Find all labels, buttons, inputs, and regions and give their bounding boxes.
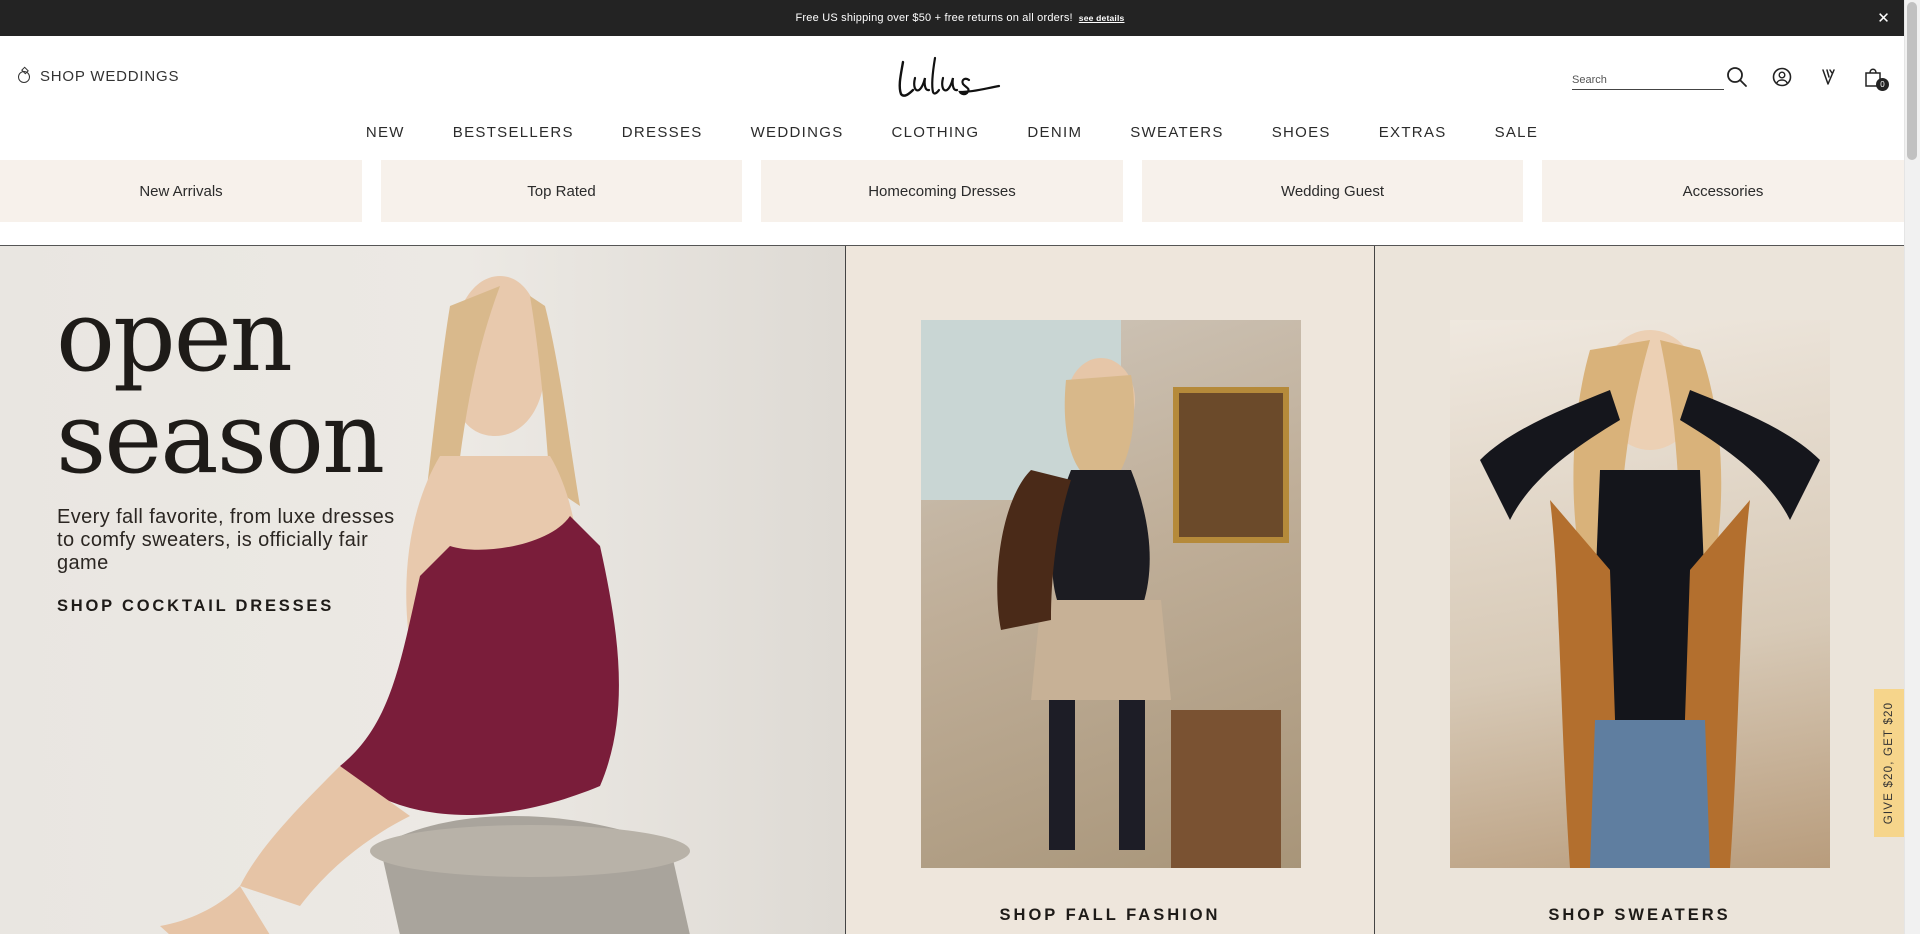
hero-subtext: Every fall favorite, from luxe dresses t… [57,506,395,574]
headline-line-2: season [56,382,385,496]
hero-panel-sweaters[interactable]: SHOP SWEATERS [1374,246,1904,934]
cart-button[interactable]: 0 [1862,66,1889,91]
nav-extras[interactable]: EXTRAS [1379,124,1447,141]
promo-text: Free US shipping over $50 + free returns… [795,12,1073,24]
category-tiles: New Arrivals Top Rated Homecoming Dresse… [0,160,1904,222]
scrollbar-thumb[interactable] [1907,2,1917,160]
referral-tab[interactable]: GIVE $20, GET $20 [1874,689,1904,837]
nav-new[interactable]: NEW [366,124,405,141]
close-promo-button[interactable]: ✕ [1877,9,1890,27]
hero-headline: open season [56,280,385,496]
lulus-logo[interactable] [895,50,1005,105]
see-details-link[interactable]: see details [1079,13,1125,23]
nav-denim[interactable]: DENIM [1027,124,1082,141]
promo-bar: Free US shipping over $50 + free returns… [0,0,1920,36]
sweaters-photo [1450,320,1830,868]
tile-homecoming-dresses[interactable]: Homecoming Dresses [761,160,1123,222]
headline-line-1: open [56,280,293,394]
model-plaid-dress-image [921,320,1289,868]
tile-wedding-guest[interactable]: Wedding Guest [1142,160,1523,222]
account-icon[interactable] [1771,66,1793,88]
hero-panel-fall-fashion[interactable]: SHOP FALL FASHION [845,246,1374,934]
ring-icon [18,70,30,83]
search-icon[interactable] [1726,66,1748,88]
nav-sale[interactable]: SALE [1495,124,1539,141]
main-navigation: NEW BESTSELLERS DRESSES WEDDINGS CLOTHIN… [0,124,1904,141]
page-scrollbar[interactable] [1904,0,1920,934]
referral-label: GIVE $20, GET $20 [1883,701,1895,825]
nav-shoes[interactable]: SHOES [1272,124,1331,141]
nav-clothing[interactable]: CLOTHING [892,124,980,141]
wishlist-icon[interactable] [1818,66,1840,88]
shop-fall-fashion-link[interactable]: SHOP FALL FASHION [846,906,1374,925]
hero-section: open season Every fall favorite, from lu… [0,245,1904,934]
search-box[interactable] [1572,66,1724,90]
search-input[interactable] [1572,66,1722,88]
shop-weddings-link[interactable]: SHOP WEDDINGS [18,68,179,85]
nav-sweaters[interactable]: SWEATERS [1130,124,1223,141]
hero-panel-cocktail[interactable]: open season Every fall favorite, from lu… [0,246,845,934]
tile-accessories[interactable]: Accessories [1542,160,1904,222]
shop-sweaters-link[interactable]: SHOP SWEATERS [1375,906,1904,925]
fall-fashion-photo [921,320,1301,868]
nav-bestsellers[interactable]: BESTSELLERS [453,124,574,141]
nav-weddings[interactable]: WEDDINGS [751,124,844,141]
shop-cocktail-dresses-link[interactable]: SHOP COCKTAIL DRESSES [57,597,334,616]
nav-dresses[interactable]: DRESSES [622,124,703,141]
model-black-sweater-image [1480,330,1820,868]
cart-count-badge: 0 [1876,78,1889,91]
tile-new-arrivals[interactable]: New Arrivals [0,160,362,222]
shop-weddings-label: SHOP WEDDINGS [40,68,180,85]
tile-top-rated[interactable]: Top Rated [381,160,742,222]
